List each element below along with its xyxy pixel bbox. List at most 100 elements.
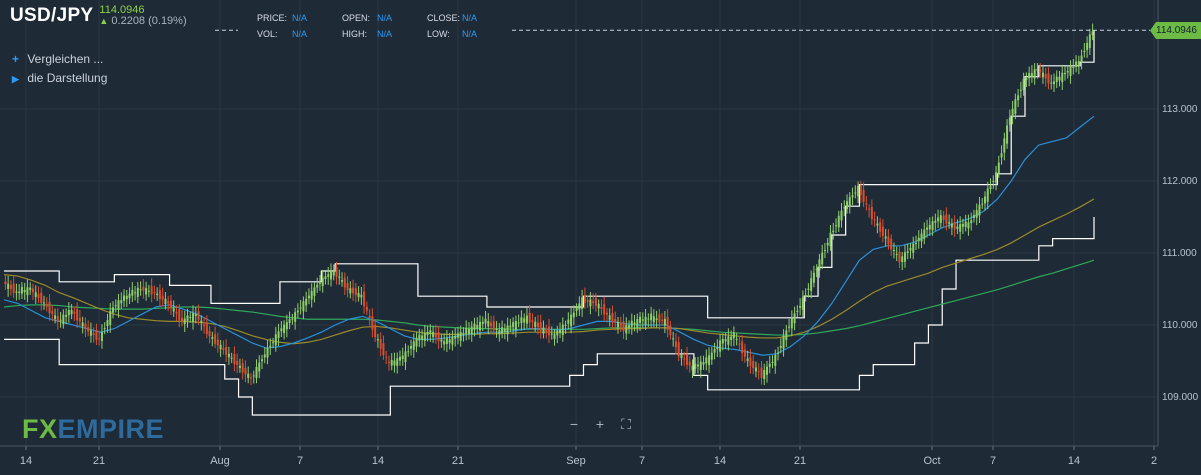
candle-body [139,289,142,291]
candle-body [470,326,473,334]
candle-body [644,316,647,325]
y-tick-label: 112.000 [1162,176,1198,187]
candle-body [363,291,366,307]
candle-body [1091,31,1094,36]
candle-body [258,362,261,372]
candle-body [865,203,868,205]
ohlc-col-3: CLOSE: N/A LOW: N/A [427,10,477,42]
candle-body [128,293,131,299]
high-label: HIGH: [342,29,368,39]
candle-body [818,259,821,271]
candle-body [54,315,57,320]
candle-body [9,285,12,289]
candle-body [7,283,10,289]
candle-body [67,309,70,316]
candle-body [100,332,103,342]
ohlc-col-2: OPEN: N/A HIGH: N/A [342,10,392,42]
candle-body [581,297,584,309]
candle-body [694,363,697,369]
candle-body [172,308,175,312]
candle-body [357,292,360,298]
candle-body [1014,99,1017,114]
candle-body [859,185,862,196]
candle-body [509,325,512,328]
candle-body [299,307,302,309]
price-chart[interactable]: 109.000 110.000 111.000 112.000 113.000 14 21 A… [0,0,1201,475]
display-button[interactable]: ▶ die Darstellung [12,69,107,89]
candle-body [1061,72,1064,83]
x-tick-label: 14 [714,455,726,467]
candle-body [498,330,501,335]
candle-body [48,301,51,314]
candle-body [89,330,92,336]
candle-body [421,335,424,340]
candle-body [1019,89,1022,91]
candle-body [666,316,669,331]
candle-body [1022,78,1025,91]
candle-body [984,196,986,204]
candle-body [12,283,15,293]
candle-body [352,287,355,294]
candle-body [978,204,981,216]
candle-body [774,354,777,366]
candle-body [1072,66,1075,68]
candle-body [619,323,622,327]
compare-button[interactable]: + Vergleichen ... [12,50,107,69]
x-tick-label: Sep [566,455,586,467]
candle-body [211,337,214,339]
candle-body [846,201,849,209]
candle-body [823,249,826,251]
candle-body [848,197,851,207]
candle-body [746,358,749,361]
candle-body [192,313,195,323]
candle-body [203,324,206,327]
candle-body [302,301,305,312]
candle-body [269,345,272,348]
candle-body [995,172,998,183]
zoom-in-button[interactable]: + [589,414,611,434]
candle-body [887,236,890,244]
candle-body [917,237,920,241]
candle-body [553,333,556,339]
candle-body [393,360,396,366]
candle-body [672,338,675,340]
close-label: CLOSE: [427,13,461,23]
candle-body [514,321,517,331]
candle-body [56,316,59,323]
candle-body [205,322,208,334]
candle-body [724,339,727,342]
candle-body [109,310,112,325]
candle-body [225,346,228,355]
candle-body [1041,72,1044,78]
candle-body [437,332,440,341]
logo-fx: FX [22,414,58,444]
candle-body [233,354,236,365]
zoom-out-button[interactable]: − [563,414,585,434]
candle-body [738,343,741,345]
candle-body [465,328,468,334]
fullscreen-button[interactable]: ⛶ [615,414,637,434]
candle-body [473,323,476,330]
candle-body [291,318,294,320]
candle-body [647,318,650,320]
price-label: PRICE: [257,13,288,23]
candle-body [534,321,537,328]
candle-body [901,256,904,263]
candle-body [65,315,68,317]
candle-body [288,319,291,323]
candle-body [992,180,995,182]
fxempire-logo: FXEMPIRE [22,414,164,445]
candle-body [953,222,956,230]
candle-body [614,319,617,323]
y-tick-label: 113.000 [1162,104,1198,115]
candle-body [263,354,266,358]
candle-body [834,225,837,227]
candle-body [567,319,570,324]
candle-body [939,215,942,223]
candle-body [106,320,109,327]
candle-body [630,320,633,327]
candle-body [937,217,940,222]
candle-body [915,243,918,245]
price-block: 114.0946 ▲ 0.2208 (0.19%) [99,5,186,27]
candle-body [398,356,401,361]
